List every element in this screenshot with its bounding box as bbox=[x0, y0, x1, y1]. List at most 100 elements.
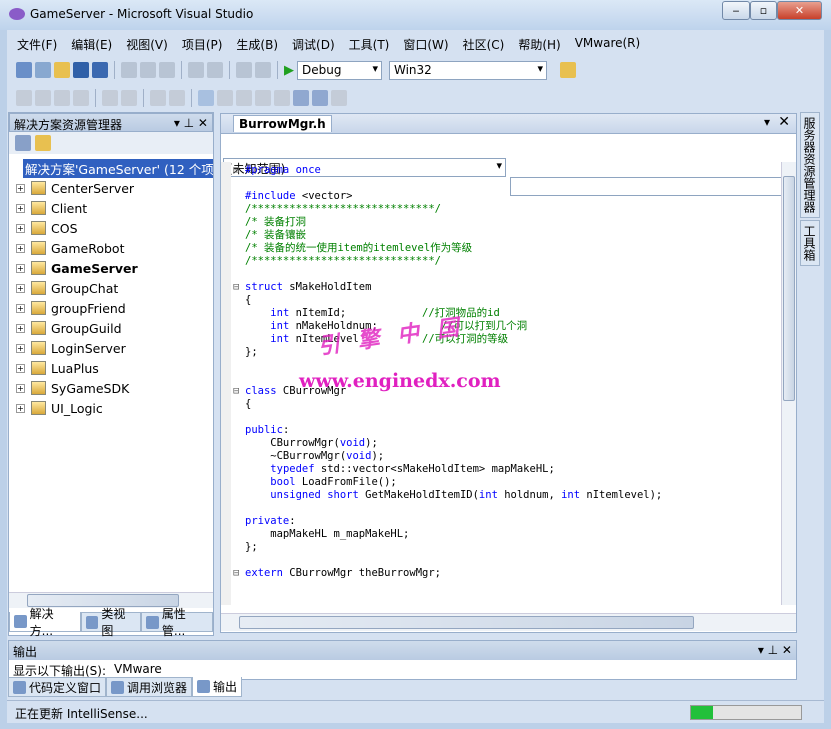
panel-tab[interactable]: 调用浏览器 bbox=[106, 677, 193, 697]
uncomment-icon[interactable] bbox=[169, 90, 185, 106]
toolbar-icon[interactable] bbox=[16, 90, 32, 106]
expand-icon[interactable]: + bbox=[16, 203, 25, 213]
expand-icon[interactable]: + bbox=[16, 283, 25, 293]
tab-burrowmgr-h[interactable]: BurrowMgr.h bbox=[233, 115, 332, 132]
menu-item[interactable]: 工具(T) bbox=[342, 33, 397, 55]
cut-icon[interactable] bbox=[121, 62, 137, 78]
redo-icon[interactable] bbox=[207, 62, 223, 78]
platform-select[interactable]: Win32 bbox=[389, 60, 547, 80]
close-button[interactable]: ✕ bbox=[777, 1, 822, 20]
tree-item-project[interactable]: + GroupChat bbox=[9, 278, 213, 298]
output-source-select[interactable]: VMware bbox=[114, 662, 162, 676]
code-token: GetMakeHoldItemID( bbox=[358, 489, 479, 501]
menu-item[interactable]: 社区(C) bbox=[456, 33, 512, 55]
save-all-icon[interactable] bbox=[92, 62, 108, 78]
expand-icon[interactable]: + bbox=[16, 303, 25, 313]
expand-icon[interactable]: + bbox=[16, 183, 25, 193]
new-project-icon[interactable] bbox=[16, 62, 32, 78]
bookmark-icon[interactable] bbox=[293, 90, 309, 106]
dock-tab[interactable]: 工具箱 bbox=[800, 220, 820, 266]
expand-icon[interactable]: + bbox=[16, 243, 25, 253]
open-folder-icon[interactable] bbox=[54, 62, 70, 78]
start-debugging-icon[interactable]: ▶ bbox=[284, 63, 294, 78]
undo-icon[interactable] bbox=[188, 62, 204, 78]
bookmark-icon[interactable] bbox=[274, 90, 290, 106]
bookmark-icon[interactable] bbox=[331, 90, 347, 106]
tree-item-project[interactable]: + CenterServer bbox=[9, 178, 213, 198]
bookmark-icon[interactable] bbox=[236, 90, 252, 106]
collapse-icon[interactable]: ⊟ bbox=[233, 385, 239, 398]
properties-icon[interactable] bbox=[15, 135, 31, 151]
expand-icon[interactable]: + bbox=[16, 323, 25, 333]
title-bar: GameServer - Microsoft Visual Studio ‒ ▫… bbox=[0, 0, 831, 30]
code-line: private: bbox=[221, 515, 781, 528]
status-text: 正在更新 IntelliSense... bbox=[15, 707, 148, 721]
expand-icon[interactable]: + bbox=[16, 223, 25, 233]
toolbar-icon[interactable] bbox=[73, 90, 89, 106]
collapse-icon[interactable]: ⊟ bbox=[233, 164, 239, 177]
solution-root[interactable]: 解决方案'GameServer' (12 个项目) bbox=[9, 158, 213, 178]
collapse-icon[interactable]: ⊟ bbox=[233, 567, 239, 580]
comment-icon[interactable] bbox=[150, 90, 166, 106]
expand-icon[interactable]: + bbox=[16, 343, 25, 353]
tree-item-project[interactable]: + GameRobot bbox=[9, 238, 213, 258]
maximize-button[interactable]: ▫ bbox=[750, 1, 777, 20]
tree-item-project[interactable]: + Client bbox=[9, 198, 213, 218]
add-item-icon[interactable] bbox=[35, 62, 51, 78]
expand-icon[interactable]: + bbox=[16, 403, 25, 413]
tree-item-project[interactable]: + LoginServer bbox=[9, 338, 213, 358]
expand-icon[interactable]: + bbox=[16, 383, 25, 393]
increase-indent-icon[interactable] bbox=[121, 90, 137, 106]
close-tab-icon[interactable]: ✕ bbox=[778, 114, 790, 130]
tree-item-project[interactable]: + GroupGuild bbox=[9, 318, 213, 338]
panel-tab[interactable]: 类视图 bbox=[80, 607, 142, 638]
menu-item[interactable]: 帮助(H) bbox=[511, 33, 567, 55]
navigate-forward-icon[interactable] bbox=[255, 62, 271, 78]
menu-item[interactable]: 窗口(W) bbox=[396, 33, 455, 55]
menu-item[interactable]: 文件(F) bbox=[10, 33, 64, 55]
panel-controls[interactable]: ▾ ⊥ ✕ bbox=[174, 116, 208, 130]
tree-item-project[interactable]: + SyGameSDK bbox=[9, 378, 213, 398]
toolbar-icon[interactable] bbox=[35, 90, 51, 106]
bookmark-icon[interactable] bbox=[312, 90, 328, 106]
bookmark-icon[interactable] bbox=[255, 90, 271, 106]
collapse-icon[interactable]: ⊟ bbox=[233, 281, 239, 294]
dock-tab[interactable]: 服务器资源管理器 bbox=[800, 112, 820, 218]
tree-item-project[interactable]: + LuaPlus bbox=[9, 358, 213, 378]
decrease-indent-icon[interactable] bbox=[102, 90, 118, 106]
expand-icon[interactable]: + bbox=[16, 263, 25, 273]
horizontal-scrollbar[interactable] bbox=[221, 613, 796, 631]
vertical-scrollbar[interactable] bbox=[781, 162, 796, 605]
code-token: int bbox=[561, 489, 581, 501]
tree-item-project[interactable]: + COS bbox=[9, 218, 213, 238]
copy-icon[interactable] bbox=[140, 62, 156, 78]
save-icon[interactable] bbox=[73, 62, 89, 78]
toolbar-icon[interactable] bbox=[54, 90, 70, 106]
show-all-files-icon[interactable] bbox=[35, 135, 51, 151]
menu-item[interactable]: 调试(D) bbox=[285, 33, 342, 55]
bookmark-icon[interactable] bbox=[198, 90, 214, 106]
bookmark-icon[interactable] bbox=[217, 90, 233, 106]
paste-icon[interactable] bbox=[159, 62, 175, 78]
menu-item[interactable]: 编辑(E) bbox=[64, 33, 119, 55]
configuration-select[interactable]: Debug bbox=[297, 60, 382, 80]
tree-item-project[interactable]: + UI_Logic bbox=[9, 398, 213, 418]
tab-list-icon[interactable]: ▾ bbox=[764, 115, 770, 129]
expand-icon[interactable]: + bbox=[16, 363, 25, 373]
menu-item[interactable]: 项目(P) bbox=[175, 33, 230, 55]
panel-tab[interactable]: 解决方... bbox=[9, 607, 81, 638]
minimize-button[interactable]: ‒ bbox=[722, 1, 750, 20]
code-line: /* 装备的统一使用item的itemlevel作为等级 bbox=[221, 242, 781, 255]
menu-item[interactable]: 视图(V) bbox=[119, 33, 175, 55]
panel-controls[interactable]: ▾ ⊥ ✕ bbox=[758, 643, 792, 658]
panel-tab[interactable]: 输出 bbox=[192, 677, 243, 697]
panel-tab[interactable]: 属性管... bbox=[141, 607, 213, 638]
panel-tab[interactable]: 代码定义窗口 bbox=[8, 677, 107, 697]
menu-item[interactable]: 生成(B) bbox=[229, 33, 285, 55]
tree-item-project[interactable]: + groupFriend bbox=[9, 298, 213, 318]
tree-item-project[interactable]: + GameServer bbox=[9, 258, 213, 278]
navigate-back-icon[interactable] bbox=[236, 62, 252, 78]
menu-item[interactable]: VMware(R) bbox=[568, 33, 647, 55]
find-in-files-icon[interactable] bbox=[560, 62, 576, 78]
